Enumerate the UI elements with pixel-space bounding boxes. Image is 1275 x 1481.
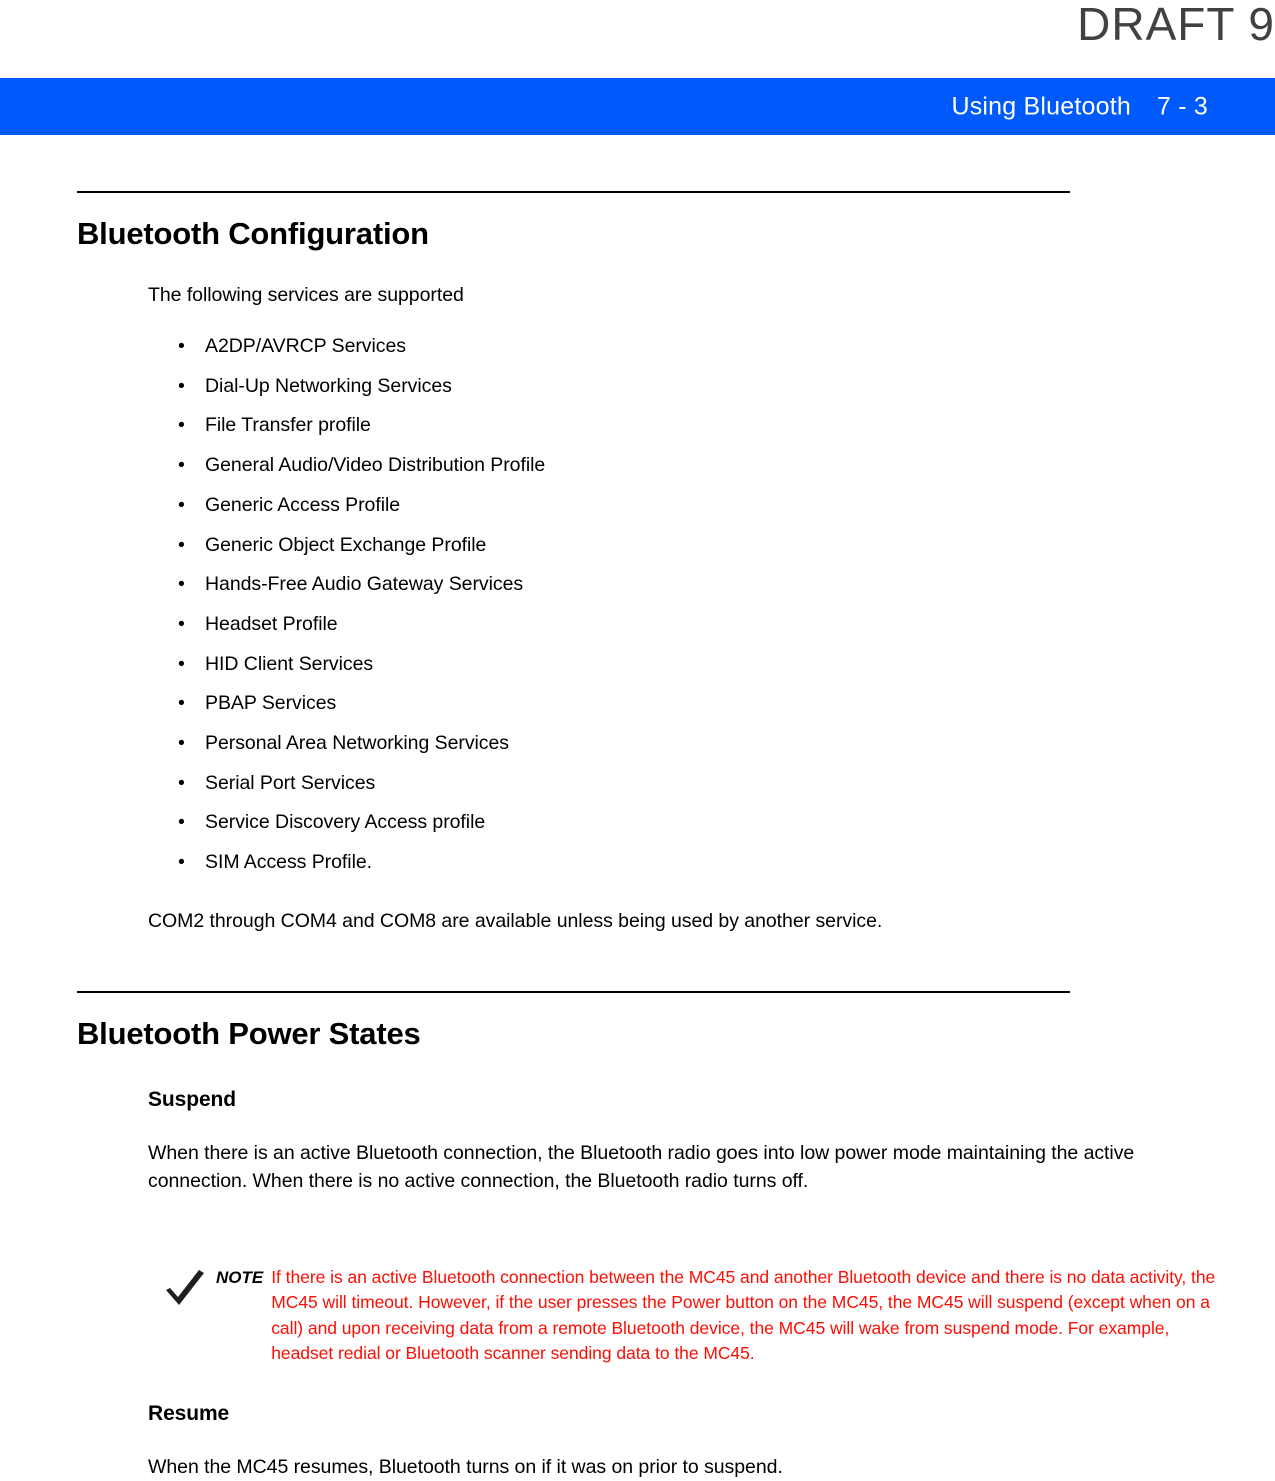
bullet-icon: • bbox=[178, 374, 185, 397]
intro-paragraph-supported-services: The following services are supported bbox=[148, 284, 464, 306]
subsection-heading-resume: Resume bbox=[148, 1401, 230, 1425]
closing-paragraph-com-ports: COM2 through COM4 and COM8 are available… bbox=[148, 909, 883, 932]
list-item: • Serial Port Services bbox=[178, 764, 1275, 804]
list-item: • Personal Area Networking Services bbox=[178, 724, 1275, 764]
list-item-label: A2DP/AVRCP Services bbox=[205, 335, 406, 357]
subsection-heading-suspend: Suspend bbox=[148, 1087, 236, 1111]
header-page-number: 7 - 3 bbox=[1156, 92, 1208, 120]
list-item: • Headset Profile bbox=[178, 605, 1275, 645]
note-label: NOTE bbox=[216, 1267, 264, 1287]
list-item-label: Hands-Free Audio Gateway Services bbox=[205, 573, 524, 596]
list-item: • General Audio/Video Distribution Profi… bbox=[178, 446, 1275, 486]
checkmark-icon bbox=[160, 1265, 216, 1318]
bullet-icon: • bbox=[178, 454, 185, 477]
bullet-icon: • bbox=[178, 493, 185, 516]
bullet-icon: • bbox=[178, 612, 185, 635]
bullet-icon: • bbox=[178, 811, 185, 834]
list-item: • Generic Object Exchange Profile bbox=[178, 526, 1275, 566]
header-chapter-title: Using Bluetooth bbox=[951, 92, 1131, 120]
list-item-label: File Transfer profile bbox=[205, 414, 371, 437]
list-item-label: HID Client Services bbox=[205, 652, 374, 675]
list-item: • Hands-Free Audio Gateway Services bbox=[178, 565, 1275, 605]
page-body: Bluetooth Configuration The following se… bbox=[0, 135, 1275, 1481]
bullet-icon: • bbox=[178, 771, 185, 794]
list-item-label: Dial-Up Networking Services bbox=[205, 374, 452, 397]
bullet-icon: • bbox=[178, 533, 185, 556]
list-item: • Service Discovery Access profile bbox=[178, 803, 1275, 843]
list-item-label: PBAP Services bbox=[205, 692, 337, 715]
list-item-label: Personal Area Networking Services bbox=[205, 732, 509, 755]
bullet-icon: • bbox=[178, 335, 185, 357]
list-item: • Generic Access Profile bbox=[178, 486, 1275, 526]
page-header-banner: Using Bluetooth 7 - 3 bbox=[0, 78, 1275, 135]
section-heading-bluetooth-configuration: Bluetooth Configuration bbox=[77, 216, 429, 251]
bullet-icon: • bbox=[178, 851, 185, 874]
section-heading-bluetooth-power-states: Bluetooth Power States bbox=[77, 1015, 421, 1051]
bullet-icon: • bbox=[178, 692, 185, 715]
bullet-icon: • bbox=[178, 573, 185, 596]
subsection-body-resume: When the MC45 resumes, Bluetooth turns o… bbox=[148, 1455, 783, 1478]
note-text: If there is an active Bluetooth connecti… bbox=[271, 1266, 1216, 1364]
subsection-body-suspend: When there is an active Bluetooth connec… bbox=[148, 1141, 1135, 1192]
list-item: • HID Client Services bbox=[178, 645, 1275, 685]
list-item-label: Headset Profile bbox=[205, 612, 338, 635]
list-item: • File Transfer profile bbox=[178, 406, 1275, 446]
bullet-icon: • bbox=[178, 414, 185, 437]
list-item-label: Serial Port Services bbox=[205, 771, 376, 794]
bullet-icon: • bbox=[178, 732, 185, 755]
list-item-label: Generic Object Exchange Profile bbox=[205, 533, 487, 556]
bullet-icon: • bbox=[178, 652, 185, 675]
list-item-label: General Audio/Video Distribution Profile bbox=[205, 454, 546, 477]
page-header-content: Using Bluetooth 7 - 3 bbox=[951, 92, 1208, 121]
list-item-label: Service Discovery Access profile bbox=[205, 811, 486, 834]
note-callout: NOTE If there is an active Bluetooth con… bbox=[160, 1265, 1220, 1367]
list-item: • Dial-Up Networking Services bbox=[178, 367, 1275, 407]
list-item: • A2DP/AVRCP Services bbox=[178, 327, 1275, 367]
list-item: • PBAP Services bbox=[178, 684, 1275, 724]
list-item: • SIM Access Profile. bbox=[178, 843, 1275, 883]
list-item-label: SIM Access Profile. bbox=[205, 851, 373, 874]
list-item-label: Generic Access Profile bbox=[205, 493, 401, 516]
draft-watermark: DRAFT 9 bbox=[1077, 0, 1275, 50]
supported-services-list: • A2DP/AVRCP Services • Dial-Up Networki… bbox=[178, 327, 1275, 883]
